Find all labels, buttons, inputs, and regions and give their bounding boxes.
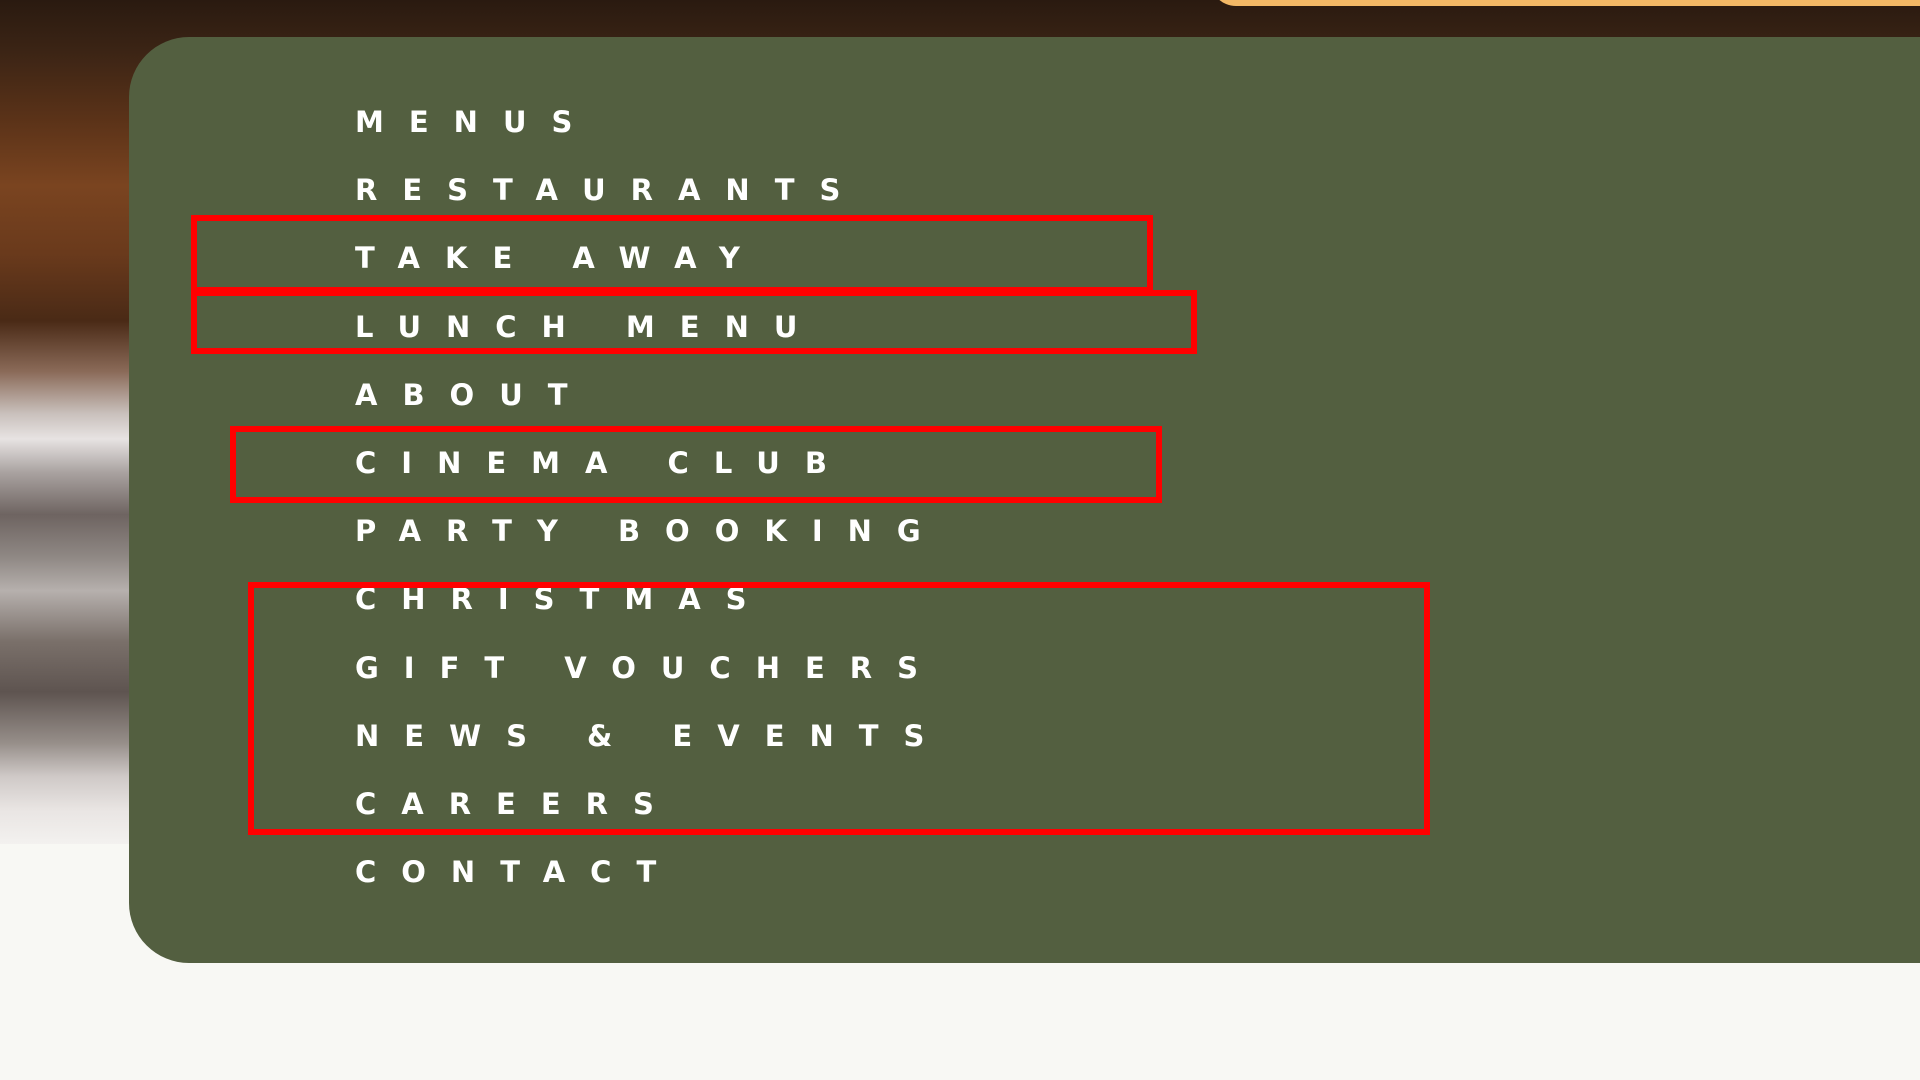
- menu-item-party-booking[interactable]: PARTY BOOKING: [355, 515, 949, 583]
- menu-item-about[interactable]: ABOUT: [355, 379, 949, 447]
- navigation-menu-list: MENUS RESTAURANTS TAKE AWAY LUNCH MENU A…: [355, 106, 949, 924]
- menu-item-lunch-menu[interactable]: LUNCH MENU: [355, 311, 949, 379]
- menu-item-take-away[interactable]: TAKE AWAY: [355, 242, 949, 310]
- menu-item-christmas[interactable]: CHRISTMAS: [355, 583, 949, 651]
- menu-item-news-events[interactable]: NEWS & EVENTS: [355, 720, 949, 788]
- top-accent-bar: [1210, 0, 1920, 6]
- menu-item-gift-vouchers[interactable]: GIFT VOUCHERS: [355, 651, 949, 720]
- menu-item-restaurants[interactable]: RESTAURANTS: [355, 174, 949, 242]
- menu-item-menus[interactable]: MENUS: [355, 106, 949, 174]
- menu-item-careers[interactable]: CAREERS: [355, 788, 949, 856]
- menu-item-cinema-club[interactable]: CINEMA CLUB: [355, 447, 949, 515]
- menu-item-contact[interactable]: CONTACT: [355, 856, 949, 924]
